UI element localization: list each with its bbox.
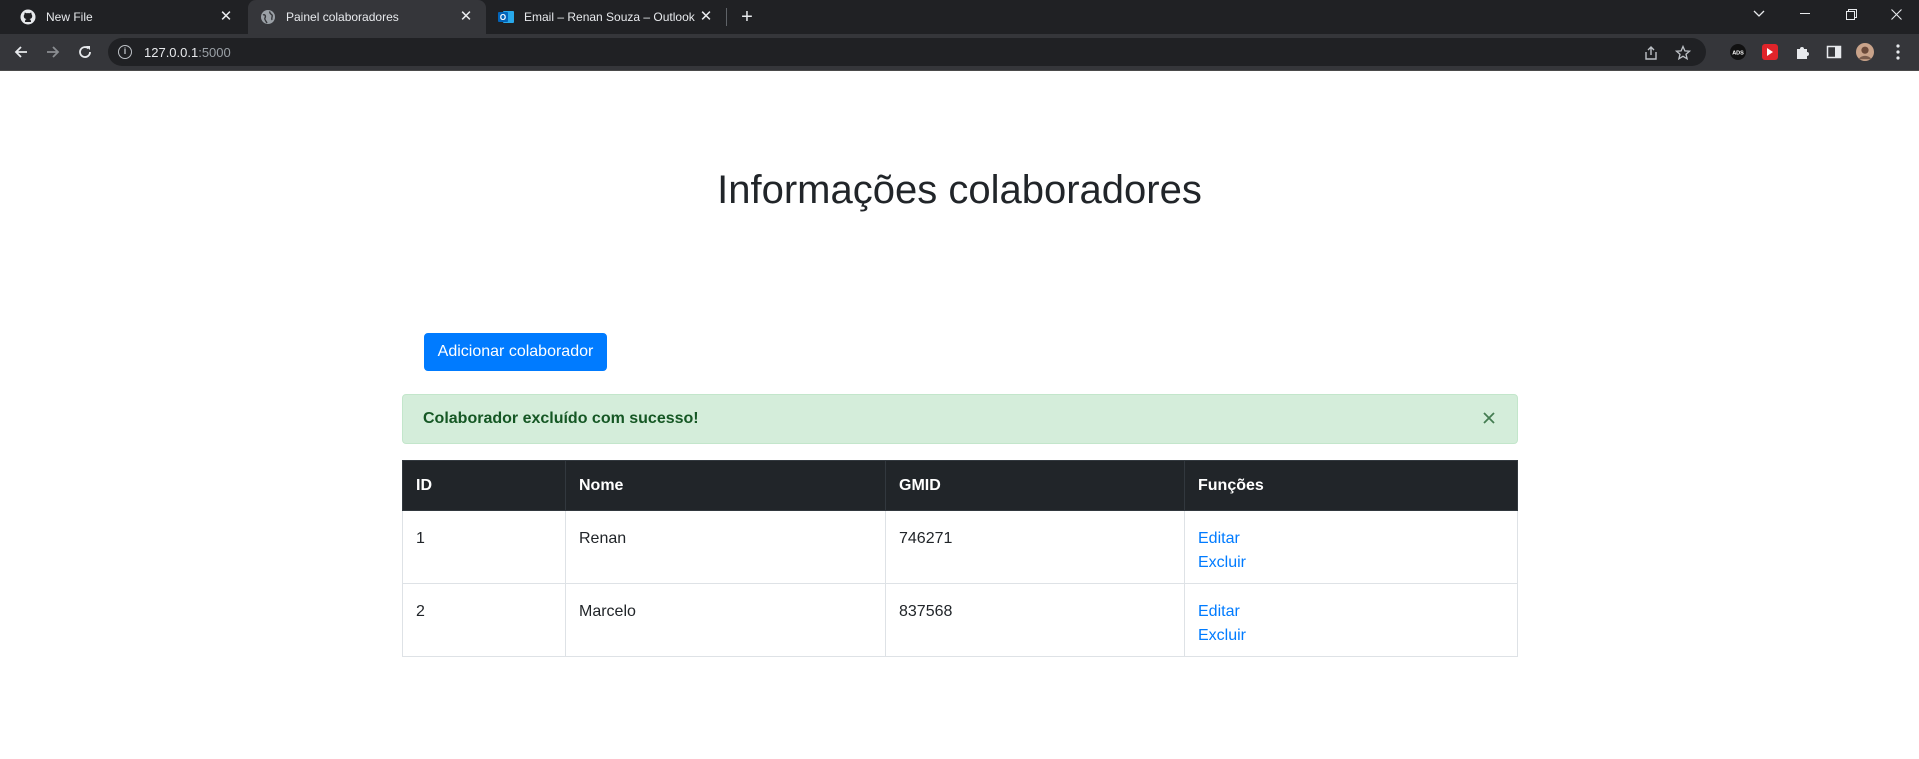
edit-link[interactable]: Editar [1198, 600, 1504, 624]
delete-link[interactable]: Excluir [1198, 551, 1504, 575]
profile-avatar[interactable] [1856, 43, 1874, 61]
table-row: 2 Marcelo 837568 Editar Excluir [402, 583, 1518, 657]
column-header-funcoes: Funções [1184, 460, 1518, 511]
ads-extension-icon[interactable]: ADS [1729, 43, 1747, 61]
forward-icon[interactable] [41, 40, 65, 64]
tab-search-icon[interactable] [1736, 0, 1782, 28]
add-colaborador-button[interactable]: Adicionar colaborador [424, 333, 607, 371]
info-icon[interactable]: i [118, 45, 132, 59]
close-icon[interactable]: ✕ [458, 9, 474, 25]
svg-text:O: O [500, 13, 506, 22]
cell-id: 1 [402, 510, 566, 584]
tab-outlook[interactable]: O Email – Renan Souza – Outlook ✕ [488, 0, 726, 34]
close-icon[interactable]: ✕ [218, 9, 234, 25]
restore-icon[interactable] [1828, 0, 1874, 28]
outlook-icon: O [498, 9, 514, 25]
bookmark-star-icon[interactable] [1674, 44, 1692, 62]
svg-text:ADS: ADS [1732, 51, 1744, 57]
browser-toolbar: i 127.0.0.1:5000 ADS [0, 34, 1919, 70]
close-window-icon[interactable] [1873, 0, 1919, 28]
toolbar-divider [0, 70, 1919, 71]
menu-kebab-icon[interactable] [1889, 43, 1907, 61]
red-extension-icon[interactable] [1761, 43, 1779, 61]
cell-gmid: 746271 [885, 510, 1185, 584]
column-header-gmid: GMID [885, 460, 1185, 511]
column-header-nome: Nome [565, 460, 886, 511]
cell-funcoes: Editar Excluir [1184, 510, 1518, 584]
alert-message: Colaborador excluído com sucesso! [423, 410, 699, 427]
table-header-row: ID Nome GMID Funções [402, 460, 1518, 511]
reload-icon[interactable] [73, 40, 97, 64]
globe-icon [260, 9, 276, 25]
tab-title: Painel colaboradores [286, 10, 399, 24]
delete-link[interactable]: Excluir [1198, 624, 1504, 648]
cell-funcoes: Editar Excluir [1184, 583, 1518, 657]
page-title: Informações colaboradores [717, 168, 1202, 212]
url-text[interactable]: 127.0.0.1:5000 [144, 45, 231, 60]
share-icon[interactable] [1642, 44, 1660, 62]
minimize-icon[interactable] [1782, 0, 1828, 28]
side-panel-icon[interactable] [1825, 43, 1843, 61]
success-alert: Colaborador excluído com sucesso! [402, 394, 1518, 444]
column-header-id: ID [402, 460, 566, 511]
close-icon[interactable] [1481, 410, 1497, 426]
close-icon[interactable]: ✕ [698, 9, 714, 25]
cell-id: 2 [402, 583, 566, 657]
extensions-puzzle-icon[interactable] [1793, 43, 1811, 61]
edit-link[interactable]: Editar [1198, 527, 1504, 551]
table-row: 1 Renan 746271 Editar Excluir [402, 510, 1518, 584]
colaboradores-table: ID Nome GMID Funções 1 Renan 746271 Edit… [402, 460, 1518, 657]
cell-gmid: 837568 [885, 583, 1185, 657]
tab-title: New File [46, 10, 93, 24]
tab-painel-colaboradores[interactable]: Painel colaboradores ✕ [248, 0, 486, 34]
back-icon[interactable] [9, 40, 33, 64]
github-icon [20, 9, 36, 25]
cell-nome: Marcelo [565, 583, 886, 657]
tab-new-file[interactable]: New File ✕ [0, 0, 246, 34]
new-tab-icon[interactable]: + [736, 6, 758, 28]
tab-bar: New File ✕ Painel colaboradores ✕ O Emai… [0, 0, 1919, 34]
cell-nome: Renan [565, 510, 886, 584]
tab-title: Email – Renan Souza – Outlook [524, 10, 695, 24]
tab-separator [726, 8, 727, 26]
address-bar[interactable]: i 127.0.0.1:5000 [108, 38, 1706, 66]
